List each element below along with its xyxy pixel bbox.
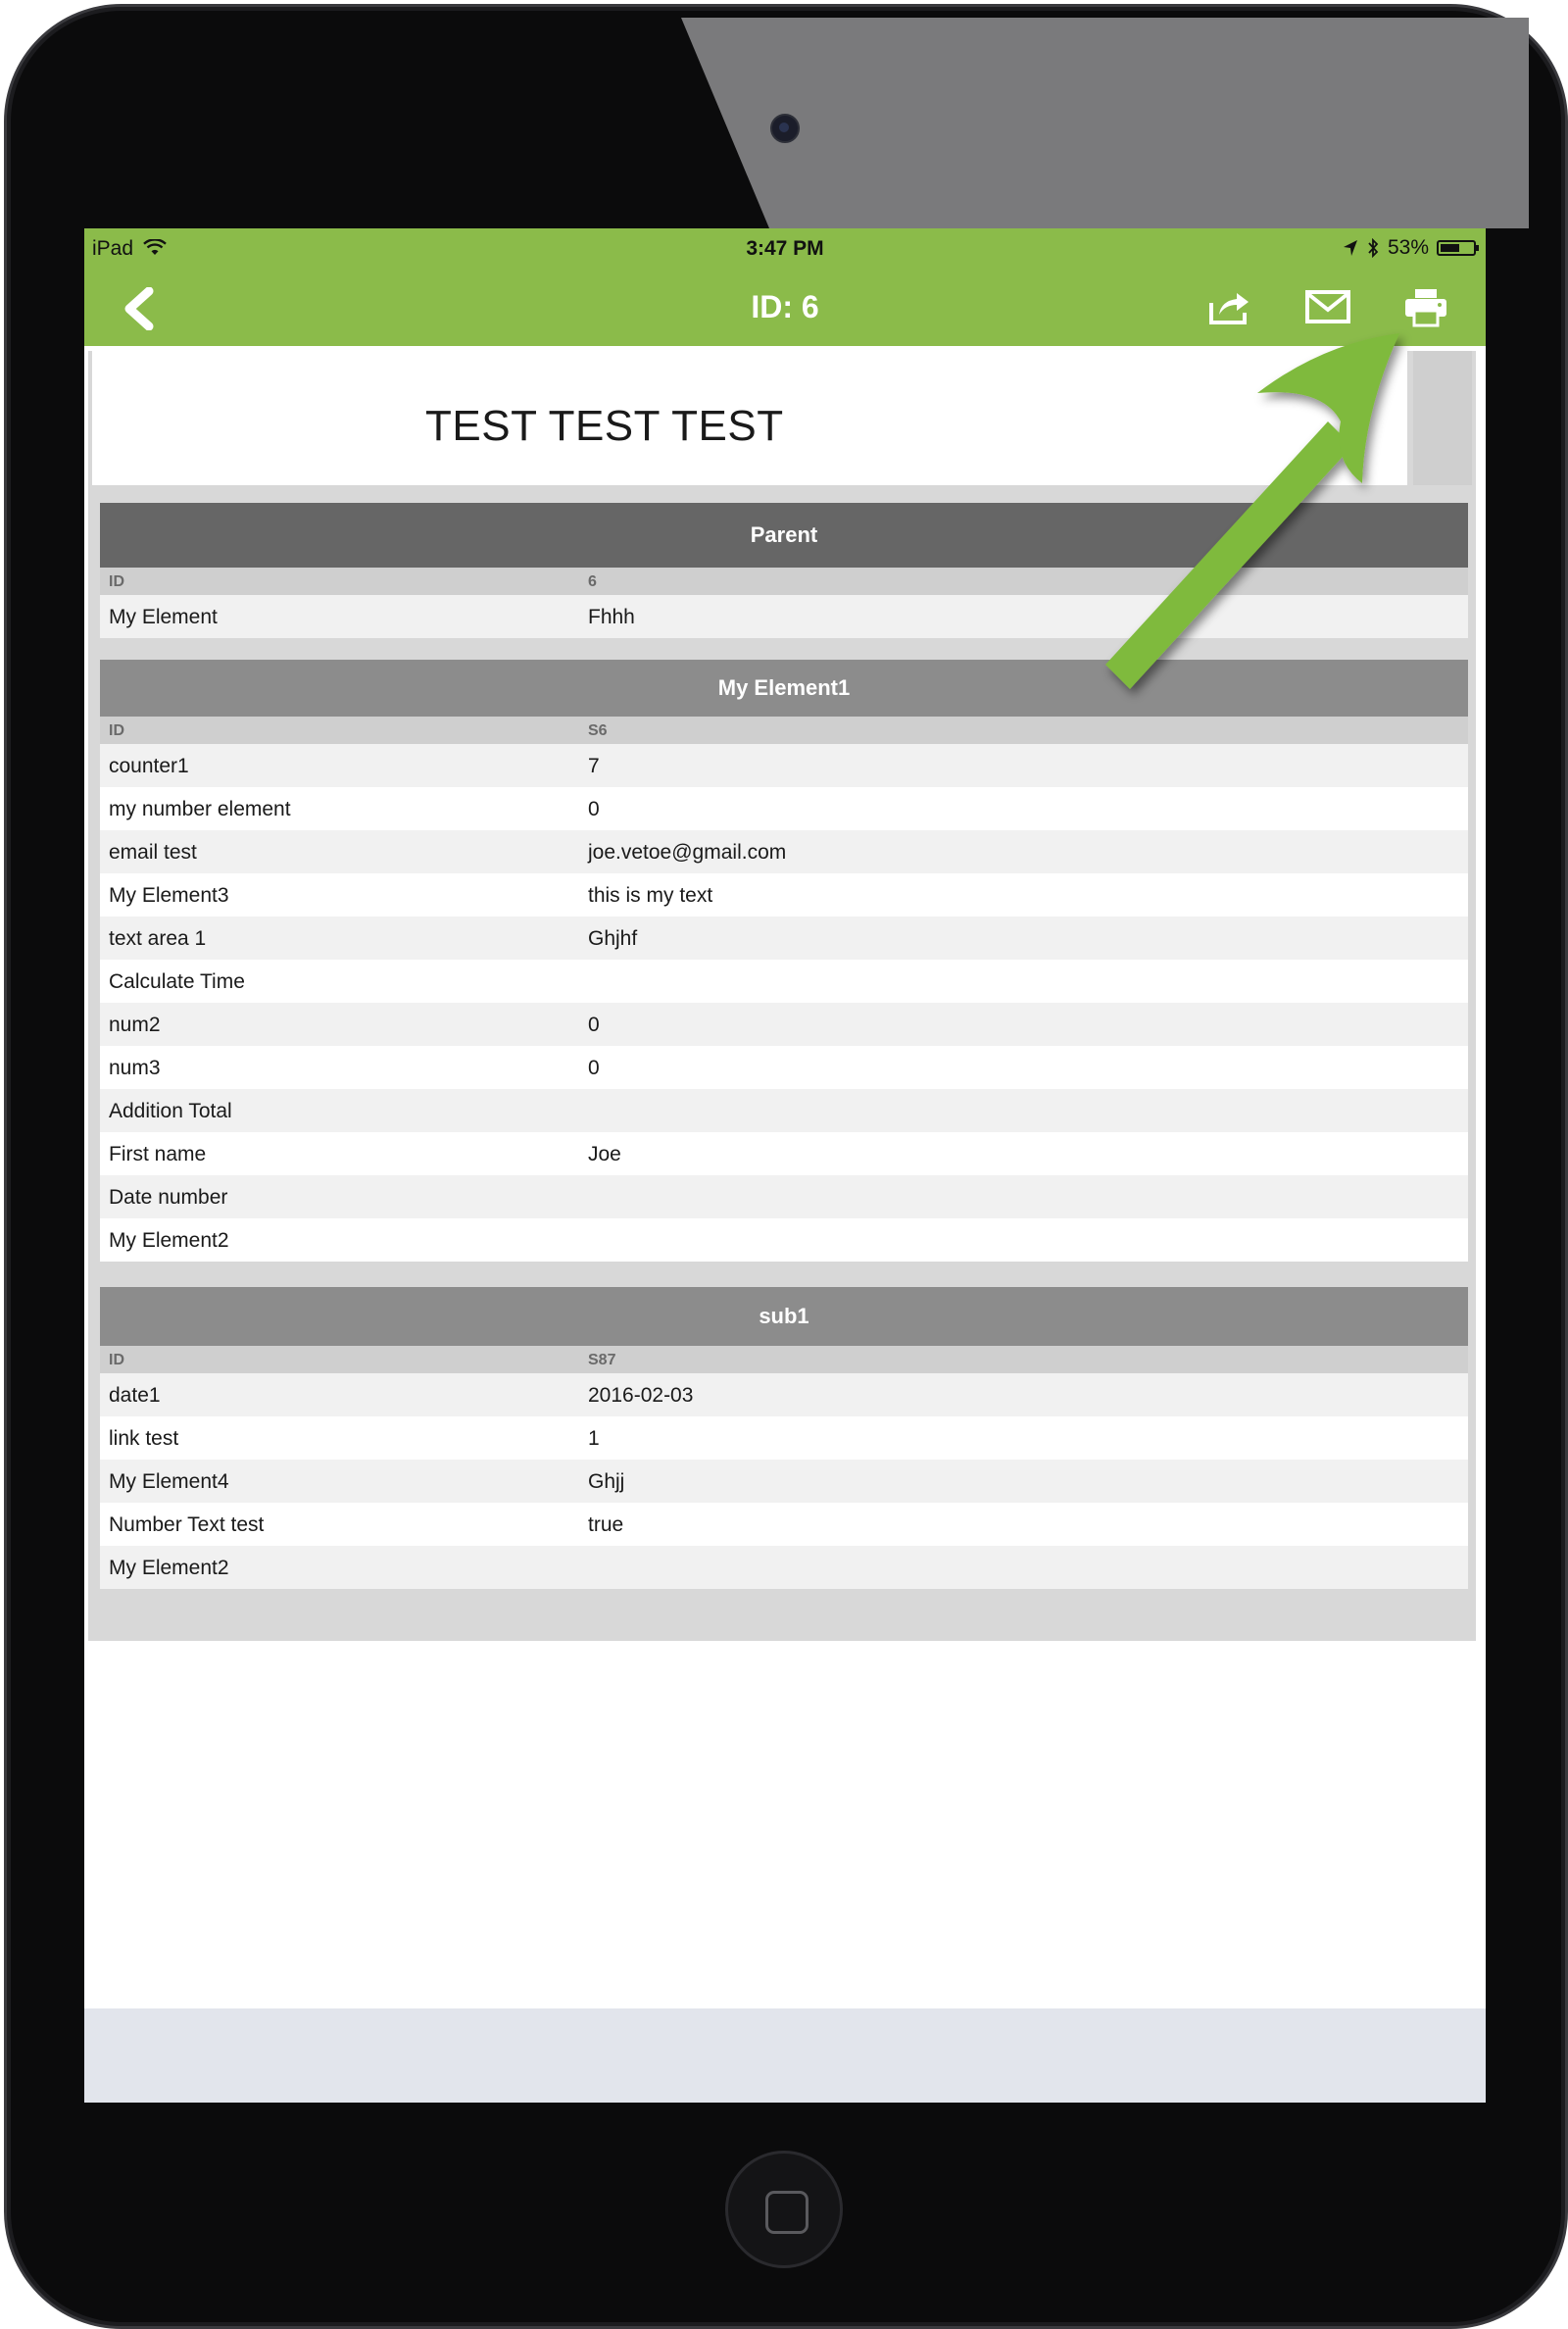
bottom-bar — [84, 2008, 1486, 2103]
location-arrow-icon — [1343, 240, 1357, 256]
table-row: My Element3 this is my text — [100, 873, 1468, 917]
rows-parent: My Element Fhhh — [100, 595, 1468, 638]
battery-percent: 53% — [1387, 236, 1429, 259]
table-row: counter1 7 — [100, 744, 1468, 787]
table-row: num3 0 — [100, 1046, 1468, 1089]
table-row: My Element Fhhh — [100, 595, 1468, 638]
front-camera — [770, 114, 800, 143]
id-row: ID 6 — [100, 568, 1468, 595]
table-row: First name Joe — [100, 1132, 1468, 1175]
table-row: Calculate Time — [100, 960, 1468, 1003]
header-scrollbar[interactable] — [1413, 351, 1472, 485]
section-sub1: sub1 ID S87 date1 2016-02-03 link test 1 M… — [100, 1287, 1468, 1589]
mail-icon[interactable] — [1303, 285, 1352, 328]
table-row: num2 0 — [100, 1003, 1468, 1046]
section-title: sub1 — [100, 1287, 1468, 1346]
table-row: My Element2 — [100, 1218, 1468, 1262]
share-icon[interactable] — [1205, 285, 1254, 328]
section-title: Parent — [100, 503, 1468, 568]
report-content[interactable]: TEST TEST TEST Parent ID 6 My Element Fhh… — [88, 351, 1476, 1641]
section-my-element1: My Element1 ID S6 counter1 7 my number el… — [100, 660, 1468, 1262]
nav-bar: ID: 6 — [84, 268, 1486, 346]
table-row: My Element2 — [100, 1546, 1468, 1589]
status-right: 53% — [1343, 236, 1479, 260]
app-screen: iPad 3:47 PM 53% ID: 6 TEST TEST TEST Pa… — [84, 228, 1486, 2103]
home-button[interactable] — [725, 2151, 843, 2268]
table-row: my number element 0 — [100, 787, 1468, 830]
table-row: text area 1 Ghjhf — [100, 917, 1468, 960]
section-title: My Element1 — [100, 660, 1468, 717]
report-header: TEST TEST TEST — [92, 351, 1407, 485]
id-row: ID S87 — [100, 1346, 1468, 1373]
bluetooth-icon — [1368, 238, 1379, 258]
table-row: link test 1 — [100, 1416, 1468, 1460]
battery-icon — [1437, 240, 1479, 256]
rows-sub1: date1 2016-02-03 link test 1 My Element4 Gh… — [100, 1373, 1468, 1589]
page-title: ID: 6 — [751, 289, 819, 324]
section-parent: Parent ID 6 My Element Fhhh — [100, 503, 1468, 638]
printer-icon[interactable] — [1401, 285, 1450, 328]
table-row: Number Text test true — [100, 1503, 1468, 1546]
report-title: TEST TEST TEST — [425, 402, 784, 450]
rows-my-element1: counter1 7 my number element 0 email test j… — [100, 744, 1468, 1262]
table-row: Date number — [100, 1175, 1468, 1218]
status-bar: iPad 3:47 PM 53% — [84, 228, 1486, 268]
id-row: ID S6 — [100, 717, 1468, 744]
table-row: Addition Total — [100, 1089, 1468, 1132]
status-time: 3:47 PM — [746, 237, 824, 260]
table-row: date1 2016-02-03 — [100, 1373, 1468, 1416]
table-row: My Element4 Ghjj — [100, 1460, 1468, 1503]
table-row: email test joe.vetoe@gmail.com — [100, 830, 1468, 873]
